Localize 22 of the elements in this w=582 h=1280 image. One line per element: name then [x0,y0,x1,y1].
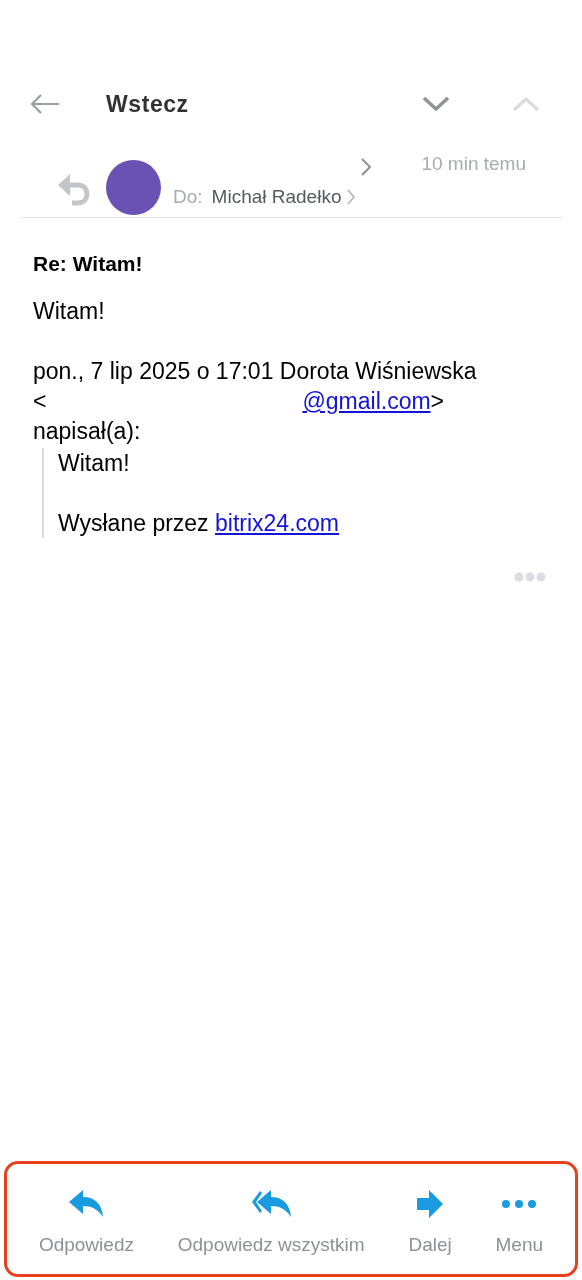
more-icon[interactable] [514,572,546,582]
email-text: Witam! [33,296,106,326]
more-icon [502,1199,537,1208]
chevron-down-icon[interactable] [422,96,450,112]
to-label: Do: [173,184,203,209]
reply-icon [69,1189,104,1218]
quoted-signature: Wysłane przez bitrix24.com [58,509,340,538]
back-button[interactable]: Wstecz [106,86,189,122]
recipient-link[interactable]: Michał Radełko [211,182,342,211]
quoted-text: Witam! [58,449,131,478]
chevron-right-icon[interactable] [361,158,372,176]
back-arrow-icon[interactable] [30,94,60,114]
message-time: 10 min temu [421,152,526,176]
chevron-right-icon[interactable] [347,188,356,205]
avatar [106,160,161,215]
reply-all-icon [251,1189,292,1218]
reply-arrow-icon [56,172,92,206]
email-link[interactable]: @gmail.com [46,388,431,414]
forward-arrow-icon [417,1189,444,1218]
signature-link[interactable]: bitrix24.com [215,510,339,536]
email-subject: Re: Witam! [33,251,144,277]
quote-header: pon., 7 lip 2025 o 17:01 Dorota Wiśniewska < @gmail.com> napisał(a): [33,357,478,446]
